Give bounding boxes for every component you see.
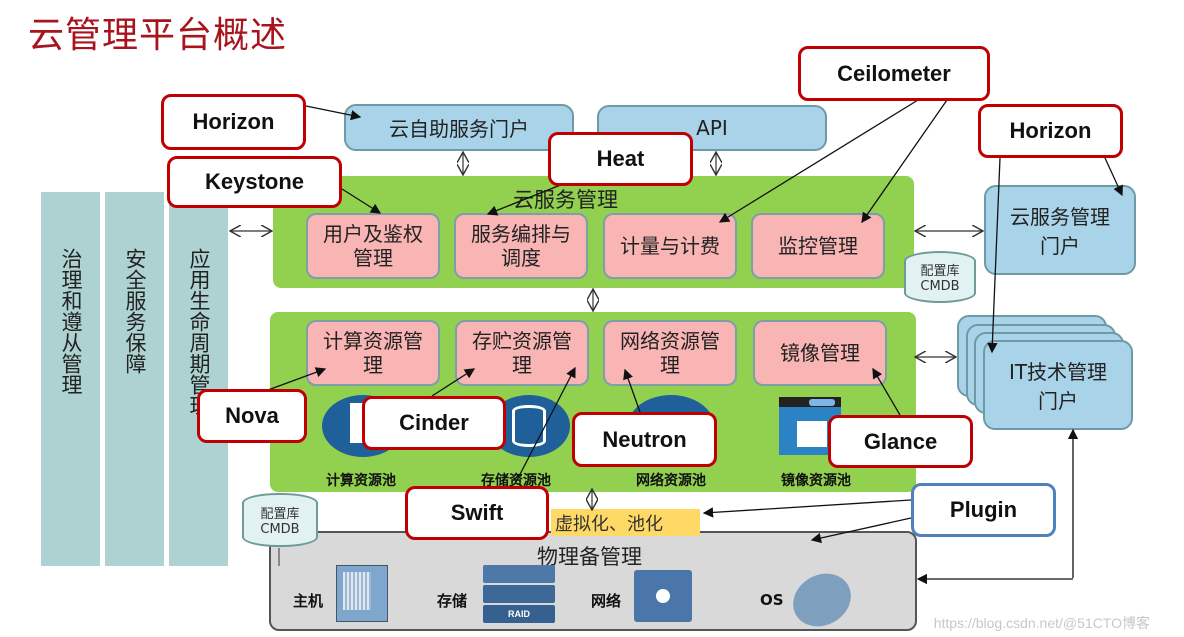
api-label: API [696,116,728,140]
pool-caption: 计算资源池 [326,473,396,489]
tag-horizon-right: Horizon [978,104,1123,158]
column-label: 治理和遵从管理 [59,248,83,395]
module-monitoring: 监控管理 [751,213,885,279]
column-label: 安全服务保障 [123,248,147,374]
raid-storage-icon: RAID [483,565,555,625]
arrow-plugin-virt [702,499,912,518]
tag-keystone: Keystone [167,156,342,208]
tag-horizon-left: Horizon [161,94,306,150]
module-label: 计算资源管理 [323,329,423,377]
watermark: https://blog.csdn.net/@51CTO博客 [933,615,1150,631]
virtualization-pooling: 虚拟化、池化 [551,509,700,536]
module-network: 网络资源管理 [603,320,737,386]
column-app-lifecycle: 应用生命周期管理 [169,192,228,566]
module-compute: 计算资源管理 [306,320,440,386]
page-title: 云管理平台概述 [28,15,288,56]
module-storage: 存贮资源管理 [455,320,589,386]
module-orchestration: 服务编排与调度 [454,213,588,279]
module-user-auth: 用户及鉴权管理 [306,213,440,279]
tag-ceilometer: Ceilometer [798,46,990,101]
network-switch-icon [634,570,692,622]
tag-heat: Heat [548,132,693,186]
cmdb-label: CMDB [920,279,960,294]
tag-plugin: Plugin [911,483,1056,537]
module-label: 存贮资源管理 [472,329,572,377]
hw-label-storage: 存储 [437,592,468,610]
cmdb-database-icon: 配置库 CMDB [904,251,976,303]
cmdb-label: CMDB [260,522,300,537]
tag-nova: Nova [197,389,307,443]
self-service-portal: 云自助服务门户 [344,104,574,151]
hw-label-os: OS [760,591,784,609]
column-governance: 治理和遵从管理 [41,192,100,566]
portal-label: 云服务管理门户 [1010,205,1110,258]
cloud-service-management-title: 云服务管理 [513,188,618,212]
module-label: 用户及鉴权管理 [323,222,423,270]
tag-glance: Glance [828,415,973,468]
pool-caption: 网络资源池 [636,473,706,489]
self-service-portal-label: 云自助服务门户 [389,117,529,141]
cloud-service-management-portal: 云服务管理门户 [984,185,1136,275]
tag-cinder: Cinder [362,396,506,450]
hw-label-network: 网络 [591,592,622,610]
module-label: 监控管理 [778,234,858,258]
module-metering-billing: 计量与计费 [603,213,737,279]
module-label: 服务编排与调度 [471,222,571,270]
cmdb-label: 配置库 [260,507,300,523]
module-label: 镜像管理 [780,341,860,365]
column-security: 安全服务保障 [105,192,164,566]
module-label: 网络资源管理 [620,329,720,377]
module-image: 镜像管理 [753,320,887,386]
cmdb-database-icon: 配置库 CMDB [242,493,318,547]
hw-label-host: 主机 [293,592,324,610]
cmdb-label: 配置库 [920,264,960,280]
pool-caption: 镜像资源池 [781,473,851,489]
module-label: 计量与计费 [620,234,720,258]
raid-label: RAID [483,605,555,623]
tag-neutron: Neutron [572,412,717,467]
it-technical-management-portal: IT技术管理门户 [983,340,1133,430]
portal-label: IT技术管理门户 [1008,360,1108,413]
server-icon [336,565,388,622]
tag-swift: Swift [405,486,549,540]
